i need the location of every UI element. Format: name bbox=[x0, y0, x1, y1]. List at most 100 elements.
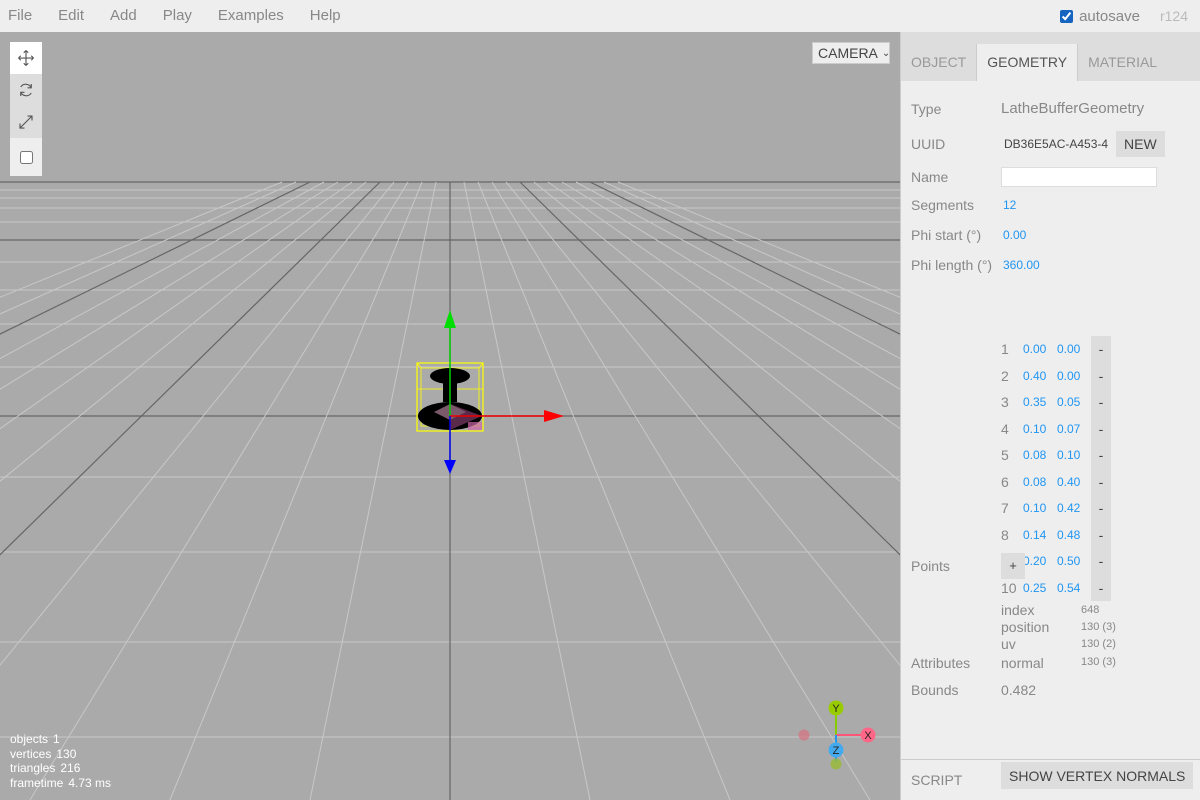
info-frametime: frametime 4.73 ms bbox=[10, 775, 112, 790]
transform-gizmo[interactable] bbox=[444, 310, 564, 474]
point-row: 5 0.08 0.10- bbox=[1001, 442, 1111, 469]
viewport[interactable]: Y X Z CAMERA ⌄ objects 1 vertices 130 tria… bbox=[0, 32, 900, 800]
phi-length-input[interactable]: 360.00 bbox=[1001, 258, 1040, 272]
point-y-input[interactable]: 0.07 bbox=[1057, 422, 1091, 436]
autosave-checkbox[interactable] bbox=[1060, 9, 1074, 23]
grid-line bbox=[0, 181, 325, 360]
name-row: Name bbox=[911, 167, 1157, 187]
point-row: 2 0.40 0.00- bbox=[1001, 362, 1111, 389]
point-y-input[interactable]: 0.42 bbox=[1057, 501, 1091, 515]
menu-file[interactable]: File bbox=[0, 0, 50, 32]
grid-line bbox=[617, 181, 900, 298]
name-input[interactable] bbox=[1001, 167, 1157, 187]
phi-start-row: Phi start (°) 0.00 bbox=[911, 227, 1026, 243]
point-y-input[interactable]: 0.10 bbox=[1057, 448, 1091, 462]
segments-label: Segments bbox=[911, 197, 975, 213]
bounds-value: 0.482 bbox=[1001, 682, 1037, 698]
attribute-index: index 648 bbox=[1001, 602, 1100, 618]
phi-length-label: Phi length (°) bbox=[911, 257, 993, 273]
attribute-normal-value: 130 (3) bbox=[1081, 656, 1116, 668]
point-row: 8 0.14 0.48- bbox=[1001, 521, 1111, 548]
properties-tabs: OBJECT GEOMETRY MATERIAL bbox=[901, 32, 1200, 81]
type-label: Type bbox=[911, 100, 942, 117]
point-index: 4 bbox=[1001, 420, 1009, 437]
segments-input[interactable]: 12 bbox=[1001, 198, 1016, 212]
point-index: 6 bbox=[1001, 473, 1009, 490]
point-y-input[interactable]: 0.40 bbox=[1057, 475, 1091, 489]
attribute-position: position 130 (3) bbox=[1001, 619, 1116, 635]
view-axes-helper[interactable]: Y X Z bbox=[798, 700, 876, 770]
point-x-input[interactable]: 0.40 bbox=[1023, 369, 1057, 383]
version-label: r124 bbox=[1159, 8, 1188, 24]
phi-length-row: Phi length (°) 360.00 bbox=[911, 257, 1040, 273]
grid-line bbox=[603, 181, 900, 315]
menu-examples[interactable]: Examples bbox=[210, 0, 302, 32]
grid-line bbox=[575, 181, 900, 360]
tab-object[interactable]: OBJECT bbox=[901, 44, 976, 81]
delete-point-button[interactable]: - bbox=[1091, 521, 1111, 548]
delete-point-button[interactable]: - bbox=[1091, 389, 1111, 416]
point-x-input[interactable]: 0.08 bbox=[1023, 475, 1057, 489]
delete-point-button[interactable]: - bbox=[1091, 415, 1111, 442]
point-x-input[interactable]: 0.14 bbox=[1023, 528, 1057, 542]
point-x-input[interactable]: 0.00 bbox=[1023, 342, 1057, 356]
grid-line bbox=[0, 181, 353, 430]
menu-edit[interactable]: Edit bbox=[50, 0, 102, 32]
grid-line bbox=[463, 181, 591, 800]
grid-helper bbox=[0, 181, 900, 800]
point-x-input[interactable]: 0.35 bbox=[1023, 395, 1057, 409]
tab-geometry[interactable]: GEOMETRY bbox=[976, 44, 1079, 81]
point-x-input[interactable]: 0.20 bbox=[1023, 554, 1057, 568]
menu-play[interactable]: Play bbox=[155, 0, 210, 32]
phi-start-label: Phi start (°) bbox=[911, 227, 982, 243]
point-y-input[interactable]: 0.54 bbox=[1057, 581, 1091, 595]
menu-help[interactable]: Help bbox=[302, 0, 359, 32]
scale-button[interactable] bbox=[10, 106, 42, 138]
delete-point-button[interactable]: - bbox=[1091, 468, 1111, 495]
menu-add[interactable]: Add bbox=[102, 0, 155, 32]
point-x-input[interactable]: 0.08 bbox=[1023, 448, 1057, 462]
rotate-button[interactable] bbox=[10, 74, 42, 106]
delete-point-button[interactable]: - bbox=[1091, 574, 1111, 601]
point-y-input[interactable]: 0.00 bbox=[1057, 369, 1091, 383]
grid-line bbox=[309, 181, 437, 800]
attribute-normal-name: normal bbox=[1001, 654, 1044, 671]
axis-z-label: Z bbox=[833, 745, 840, 757]
point-index: 5 bbox=[1001, 447, 1009, 464]
scene-canvas[interactable]: Y X Z bbox=[0, 32, 900, 800]
point-y-input[interactable]: 0.00 bbox=[1057, 342, 1091, 356]
delete-point-button[interactable]: - bbox=[1091, 336, 1111, 363]
delete-point-button[interactable]: - bbox=[1091, 442, 1111, 469]
attributes-row: Attributes normal 130 (3) bbox=[911, 654, 1116, 671]
tab-material[interactable]: MATERIAL bbox=[1078, 44, 1167, 81]
translate-button[interactable] bbox=[10, 42, 42, 74]
point-y-input[interactable]: 0.05 bbox=[1057, 395, 1091, 409]
script-section: SCRIPT bbox=[901, 759, 1200, 800]
point-y-input[interactable]: 0.50 bbox=[1057, 554, 1091, 568]
point-x-input[interactable]: 0.10 bbox=[1023, 422, 1057, 436]
info-triangles: triangles 216 bbox=[10, 761, 81, 775]
info-objects: objects 1 bbox=[10, 732, 60, 746]
point-x-input[interactable]: 0.25 bbox=[1023, 581, 1057, 595]
new-uuid-button[interactable]: NEW bbox=[1116, 131, 1165, 157]
add-point-button[interactable]: + bbox=[1001, 553, 1025, 579]
point-y-input[interactable]: 0.48 bbox=[1057, 528, 1091, 542]
grid-line bbox=[169, 181, 423, 800]
uuid-value: DB36E5AC-A453-4 bbox=[1004, 137, 1109, 151]
grid-line bbox=[0, 181, 283, 298]
script-label: SCRIPT bbox=[911, 772, 963, 788]
toolbar bbox=[10, 42, 42, 176]
axis-y-label: Y bbox=[832, 703, 840, 715]
delete-point-button[interactable]: - bbox=[1091, 495, 1111, 522]
point-row: 4 0.10 0.07- bbox=[1001, 415, 1111, 442]
phi-start-input[interactable]: 0.00 bbox=[1001, 228, 1026, 242]
autosave-label: autosave bbox=[1079, 7, 1140, 25]
delete-point-button[interactable]: - bbox=[1091, 548, 1111, 575]
camera-select[interactable]: CAMERA ⌄ bbox=[812, 42, 890, 64]
local-space-checkbox[interactable] bbox=[19, 150, 33, 164]
grid-line bbox=[0, 181, 381, 556]
point-x-input[interactable]: 0.10 bbox=[1023, 501, 1057, 515]
delete-point-button[interactable]: - bbox=[1091, 362, 1111, 389]
point-index: 3 bbox=[1001, 394, 1009, 411]
camera-select-value: CAMERA bbox=[818, 45, 878, 61]
